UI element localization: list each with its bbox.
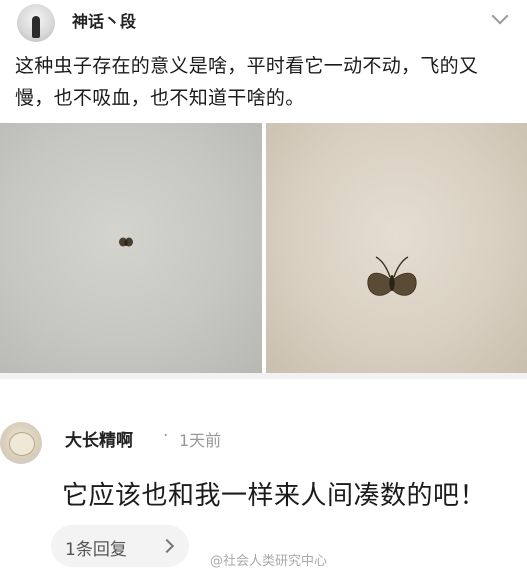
avatar-face-icon: [9, 432, 35, 456]
replies-label: 1条回复: [65, 540, 127, 560]
post-card: 神话丶段 这种虫子存在的意义是啥，平时看它一动不动，飞的又慢，也不吸血，也不知道…: [0, 0, 527, 375]
post-text: 这种虫子存在的意义是啥，平时看它一动不动，飞的又慢，也不吸血，也不知道干啥的。: [15, 55, 479, 109]
watermark: @社会人类研究中心: [210, 554, 328, 569]
view-replies-button[interactable]: 1条回复: [51, 525, 189, 567]
chevron-right-icon: [159, 538, 175, 554]
post-avatar[interactable]: [17, 4, 55, 42]
comment-separator: ·: [163, 426, 169, 446]
moth-fly-icon: [119, 237, 133, 247]
comment-avatar[interactable]: [0, 422, 42, 464]
chevron-down-icon[interactable]: [491, 7, 509, 25]
post-username[interactable]: 神话丶段: [72, 8, 136, 32]
comment-time: 1天前: [179, 431, 222, 450]
avatar-figure-icon: [32, 16, 40, 38]
post-image-left[interactable]: [0, 123, 262, 373]
comment-text: 它应该也和我一样来人间凑数的吧！: [62, 481, 487, 511]
post-image-right[interactable]: [266, 123, 527, 373]
comment-username[interactable]: 大长精啊: [65, 426, 133, 451]
moth-fly-icon: [367, 256, 417, 296]
